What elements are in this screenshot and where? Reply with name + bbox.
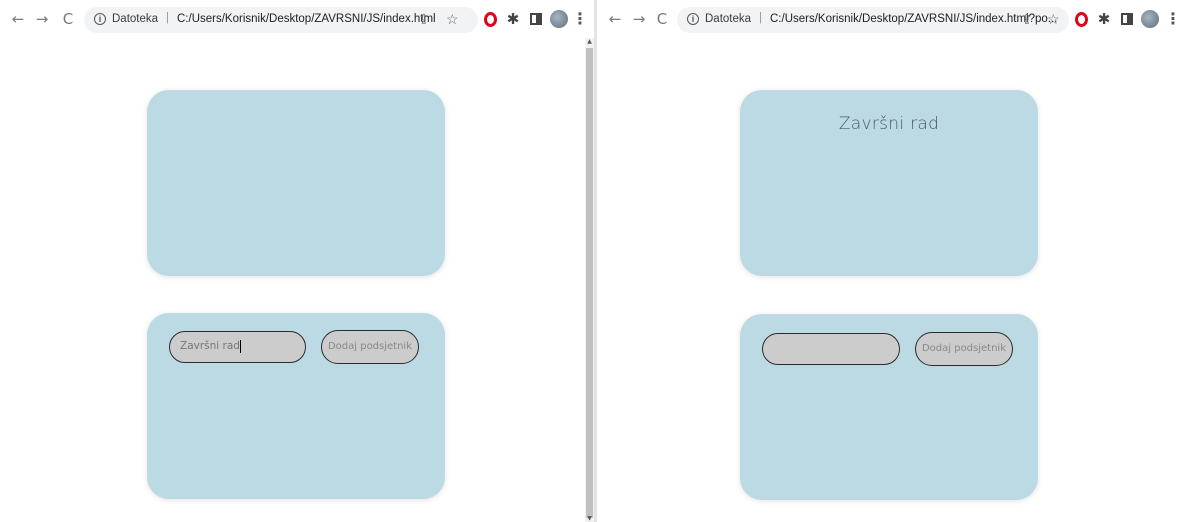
notes-display-card: Završni rad [740, 90, 1038, 276]
scroll-thumb[interactable] [586, 48, 593, 518]
site-chip: Datoteka [112, 13, 159, 25]
bookmark-star-icon[interactable]: ☆ [1047, 11, 1060, 28]
left-browser-window: ← → C i Datoteka | C:/Users/Korisnik/Des… [0, 0, 594, 522]
side-panel-icon[interactable] [526, 9, 546, 29]
reload-icon[interactable]: C [652, 9, 672, 29]
profile-avatar-icon[interactable] [1140, 9, 1160, 29]
add-reminder-button[interactable]: Dodaj podsjetnik [915, 332, 1013, 366]
screenshot: ← → C i Datoteka | C:/Users/Korisnik/Des… [0, 0, 1187, 522]
opera-extension-icon[interactable] [480, 9, 500, 29]
page-scrollbar[interactable]: ▲ ▼ [585, 38, 594, 522]
reload-icon[interactable]: C [58, 9, 78, 29]
note-title: Završni rad [838, 114, 940, 134]
side-panel-icon[interactable] [1117, 9, 1137, 29]
add-reminder-button[interactable]: Dodaj podsjetnik [321, 330, 419, 364]
scroll-down-arrow-icon[interactable]: ▼ [585, 515, 594, 522]
notes-display-card [147, 90, 445, 276]
right-browser-window: ← → C i Datoteka | C:/Users/Korisnik/Des… [597, 0, 1187, 522]
browser-menu-icon[interactable]: ⋮ [570, 9, 590, 29]
back-icon[interactable]: ← [8, 9, 28, 29]
page-viewport: Završni rad Dodaj podsjetnik [0, 38, 594, 522]
info-icon[interactable]: i [94, 13, 106, 25]
site-chip: Datoteka [705, 13, 752, 25]
text-caret [239, 339, 242, 353]
bookmark-star-icon[interactable]: ☆ [446, 11, 459, 28]
scroll-up-arrow-icon[interactable]: ▲ [585, 38, 594, 45]
page-viewport: Završni rad Dodaj podsjetnik [597, 38, 1187, 522]
browser-menu-icon[interactable]: ⋮ [1163, 9, 1183, 29]
note-input-value: Završni rad [180, 340, 240, 352]
extensions-puzzle-icon[interactable]: ✱ [503, 9, 523, 29]
forward-icon[interactable]: → [629, 9, 649, 29]
opera-extension-icon[interactable] [1071, 9, 1091, 29]
extensions-puzzle-icon[interactable]: ✱ [1094, 9, 1114, 29]
address-separator: | [759, 12, 762, 24]
note-input[interactable]: Završni rad [169, 331, 306, 363]
address-separator: | [166, 12, 169, 24]
back-icon[interactable]: ← [605, 9, 625, 29]
url-text[interactable]: C:/Users/Korisnik/Desktop/ZAVRSNI/JS/ind… [770, 13, 1057, 25]
note-input[interactable] [762, 333, 900, 365]
share-icon[interactable]: ⇪ [1021, 11, 1033, 28]
info-icon[interactable]: i [687, 13, 699, 25]
address-bar[interactable]: i Datoteka | C:/Users/Korisnik/Desktop/Z… [677, 7, 1069, 33]
forward-icon[interactable]: → [32, 9, 52, 29]
share-icon[interactable]: ⇪ [418, 11, 430, 28]
address-bar[interactable]: i Datoteka | C:/Users/Korisnik/Desktop/Z… [84, 7, 478, 33]
browser-toolbar: ← → C i Datoteka | C:/Users/Korisnik/Des… [597, 0, 1187, 39]
note-input-card: Završni rad Dodaj podsjetnik [147, 313, 445, 499]
note-input-card: Dodaj podsjetnik [740, 314, 1038, 500]
browser-toolbar: ← → C i Datoteka | C:/Users/Korisnik/Des… [0, 0, 594, 39]
profile-avatar-icon[interactable] [549, 9, 569, 29]
url-text[interactable]: C:/Users/Korisnik/Desktop/ZAVRSNI/JS/ind… [177, 13, 436, 25]
